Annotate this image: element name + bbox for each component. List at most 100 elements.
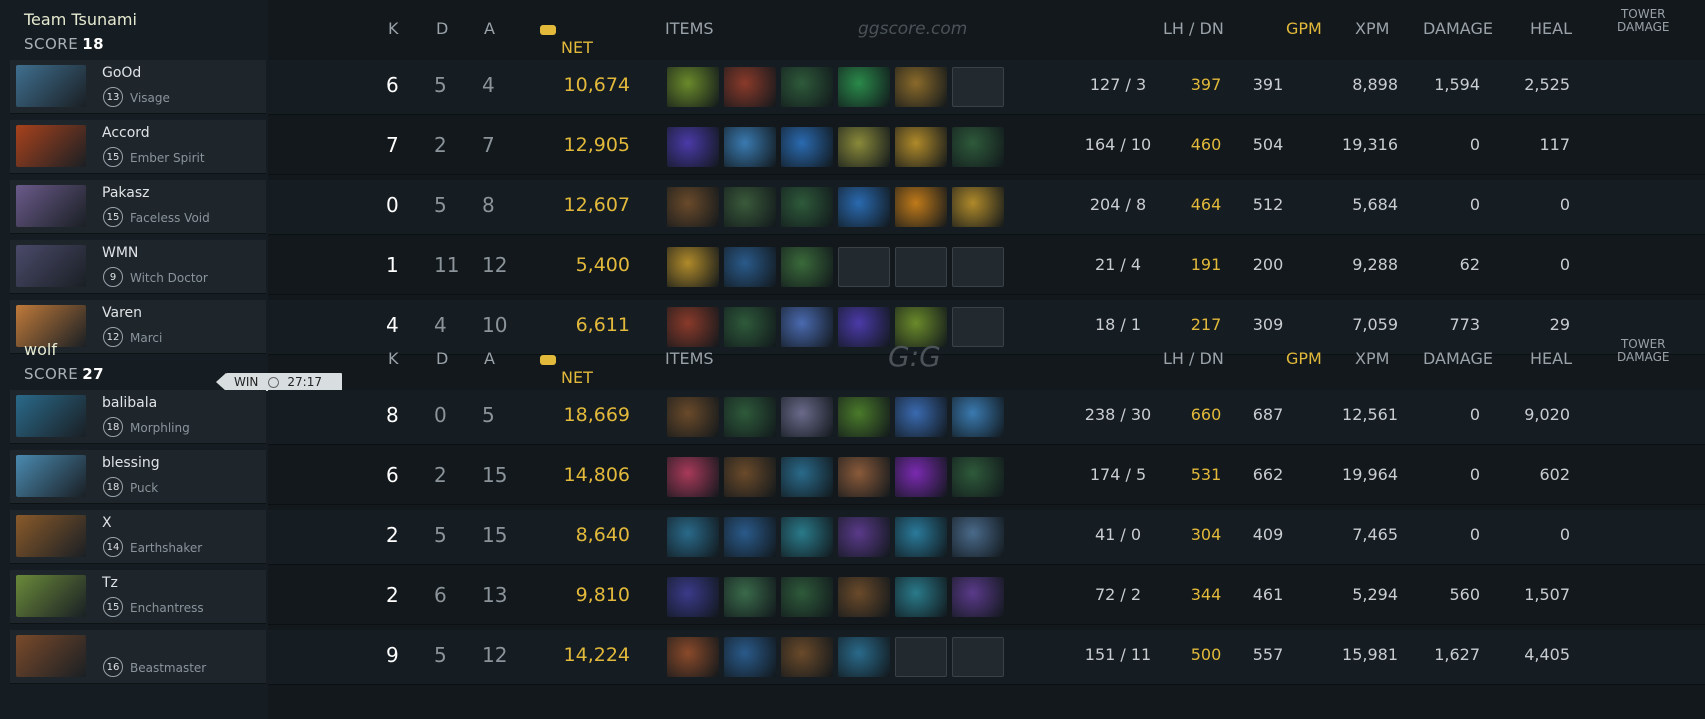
item-icon[interactable] (781, 577, 833, 617)
item-icon[interactable] (838, 397, 890, 437)
item-icon[interactable] (724, 187, 776, 227)
heal-value: 0 (1469, 525, 1480, 544)
ggscore-logo: ggscore.com (858, 19, 968, 39)
xpm-header: XPM (1355, 19, 1390, 38)
item-icon[interactable] (781, 187, 833, 227)
last-hits-denies: 41 / 0 (1094, 525, 1142, 544)
last-hits-denies: 164 / 10 (1084, 135, 1152, 154)
item-icon[interactable] (838, 67, 890, 107)
player-card[interactable]: balibala 18 Morphling (10, 390, 266, 444)
item-icon[interactable] (724, 577, 776, 617)
item-icon[interactable] (781, 67, 833, 107)
item-icon[interactable] (952, 127, 1004, 167)
assists: 12 (482, 253, 508, 277)
item-icon[interactable] (952, 457, 1004, 497)
damage-value: 5,684 (1352, 195, 1398, 214)
item-icon[interactable] (724, 247, 776, 287)
item-icon[interactable] (781, 457, 833, 497)
hero-portrait (16, 65, 86, 107)
gold-icon (540, 24, 556, 35)
item-icon[interactable] (667, 517, 719, 557)
item-icon[interactable] (838, 457, 890, 497)
player-card[interactable]: X 14 Earthshaker (10, 510, 266, 564)
player-card[interactable]: WMN 9 Witch Doctor (10, 240, 266, 294)
item-icon[interactable] (838, 187, 890, 227)
item-icon[interactable] (838, 637, 890, 677)
item-icon[interactable] (895, 187, 947, 227)
item-icon[interactable] (895, 457, 947, 497)
item-icon[interactable] (952, 577, 1004, 617)
player-row: 2 5 15 8,640 41 / 0 304 409 7,465 0 0 (268, 510, 1705, 565)
damage-value: 7,465 (1352, 525, 1398, 544)
item-icon[interactable] (895, 397, 947, 437)
item-icon[interactable] (667, 187, 719, 227)
hero-portrait (16, 515, 86, 557)
a-header: A (484, 349, 495, 368)
item-icon[interactable] (724, 457, 776, 497)
item-icon[interactable] (667, 67, 719, 107)
item-icon[interactable] (952, 187, 1004, 227)
item-icon[interactable] (838, 127, 890, 167)
item-icon[interactable] (895, 577, 947, 617)
player-name: blessing (102, 455, 160, 471)
item-icon[interactable] (667, 127, 719, 167)
heal-value: 0 (1469, 405, 1480, 424)
assists: 5 (482, 403, 495, 427)
item-icon[interactable] (838, 517, 890, 557)
item-icon[interactable] (667, 577, 719, 617)
player-card[interactable]: Tz 15 Enchantress (10, 570, 266, 624)
player-card[interactable]: blessing 18 Puck (10, 450, 266, 504)
hero-portrait (16, 185, 86, 227)
xpm-value: 662 (1252, 465, 1284, 484)
item-icon[interactable] (781, 637, 833, 677)
heal-header: HEAL (1530, 19, 1572, 38)
kills: 1 (386, 253, 399, 277)
heal-value: 0 (1469, 465, 1480, 484)
item-icon[interactable] (781, 517, 833, 557)
net-worth: 18,669 (563, 404, 630, 426)
last-hits-denies: 151 / 11 (1084, 645, 1152, 664)
hero-name: Puck (130, 481, 159, 495)
hero-name: Witch Doctor (130, 271, 208, 285)
item-icon[interactable] (781, 397, 833, 437)
empty-item-slot[interactable] (952, 247, 1004, 287)
kills: 9 (386, 643, 399, 667)
item-icon[interactable] (895, 517, 947, 557)
item-icon[interactable] (667, 637, 719, 677)
item-icon[interactable] (781, 247, 833, 287)
last-hits-denies: 21 / 4 (1094, 255, 1142, 274)
item-icon[interactable] (952, 397, 1004, 437)
item-icon[interactable] (724, 127, 776, 167)
item-icon[interactable] (895, 127, 947, 167)
item-icon[interactable] (952, 517, 1004, 557)
item-icon[interactable] (724, 67, 776, 107)
empty-item-slot[interactable] (952, 637, 1004, 677)
lh-dn-header: LH / DN (1163, 19, 1224, 38)
item-icon[interactable] (667, 457, 719, 497)
hero-level: 9 (103, 267, 123, 287)
empty-item-slot[interactable] (838, 247, 890, 287)
player-card[interactable]: Accord 15 Ember Spirit (10, 120, 266, 174)
empty-item-slot[interactable] (952, 67, 1004, 107)
item-icon[interactable] (724, 517, 776, 557)
item-icon[interactable] (838, 577, 890, 617)
item-icon[interactable] (895, 67, 947, 107)
gpm-header: GPM (1286, 349, 1322, 368)
player-card[interactable]: GoOd 13 Visage (10, 60, 266, 114)
team-header: Team Tsunami SCORE 18 (0, 0, 268, 60)
assists: 8 (482, 193, 495, 217)
empty-item-slot[interactable] (895, 637, 947, 677)
last-hits-denies: 174 / 5 (1089, 465, 1147, 484)
item-icon[interactable] (667, 397, 719, 437)
player-card[interactable]: 16 Beastmaster (10, 630, 266, 684)
heal-header: HEAL (1530, 349, 1572, 368)
empty-item-slot[interactable] (895, 247, 947, 287)
net-label: NET (561, 38, 593, 57)
item-icon[interactable] (724, 397, 776, 437)
item-icon[interactable] (781, 127, 833, 167)
xpm-value: 409 (1252, 525, 1284, 544)
item-icon[interactable] (724, 637, 776, 677)
item-icon[interactable] (667, 247, 719, 287)
player-card[interactable]: Pakasz 15 Faceless Void (10, 180, 266, 234)
hero-level: 15 (103, 207, 123, 227)
